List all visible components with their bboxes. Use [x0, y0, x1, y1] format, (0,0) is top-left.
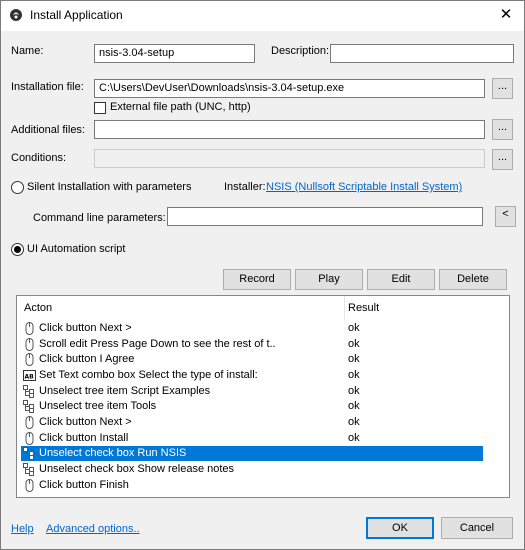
mouse-icon	[23, 431, 36, 445]
additional-files-label: Additional files:	[11, 124, 85, 136]
browse-installation-file-button[interactable]: ...	[492, 78, 513, 99]
installation-file-label: Installation file:	[11, 81, 84, 93]
name-label: Name:	[11, 45, 44, 57]
row-action: Click button Next >	[39, 322, 132, 334]
record-button[interactable]: Record	[223, 269, 291, 290]
silent-installation-label: Silent Installation with parameters	[27, 181, 192, 193]
text-field-icon: AB	[23, 369, 36, 382]
row-action: Click button I Agree	[39, 353, 135, 366]
close-button[interactable]: ✕	[489, 2, 523, 28]
row-action: Unselect tree item Script Examples	[39, 384, 211, 397]
row-result: ok	[348, 322, 360, 334]
external-path-checkbox[interactable]	[94, 102, 106, 114]
script-row[interactable]: Unselect check box Show release notes	[21, 462, 483, 477]
cmdline-insert-button[interactable]: <	[495, 206, 516, 227]
mouse-icon	[23, 415, 36, 429]
mouse-icon	[23, 337, 36, 351]
conditions-label: Conditions:	[11, 152, 67, 164]
row-result: ok	[348, 353, 360, 366]
script-list[interactable]: Acton Result Click button Next > ok Scroll…	[16, 295, 510, 498]
tree-icon	[23, 447, 36, 461]
ui-automation-label: UI Automation script	[27, 243, 126, 255]
mouse-icon	[23, 353, 36, 367]
ui-automation-radio[interactable]	[11, 243, 24, 256]
cmdline-label: Command line parameters:	[33, 212, 166, 224]
name-field[interactable]: nsis-3.04-setup	[94, 44, 255, 63]
cmdline-field[interactable]	[167, 207, 483, 226]
script-row[interactable]: Click button Install ok	[21, 431, 483, 446]
tree-icon	[23, 400, 36, 414]
row-result: ok	[348, 384, 360, 397]
tree-icon	[23, 462, 36, 476]
browse-conditions-button[interactable]: ...	[492, 149, 513, 170]
app-icon	[10, 9, 22, 21]
row-result: ok	[348, 431, 360, 444]
external-path-label: External file path (UNC, http)	[110, 101, 251, 113]
row-action: Unselect tree item Tools	[39, 400, 157, 413]
installer-label: Installer:	[224, 181, 266, 193]
silent-installation-radio[interactable]	[11, 181, 24, 194]
row-action: Click button Next >	[39, 415, 132, 428]
row-action: Click button Finish	[39, 478, 129, 491]
script-row[interactable]: Unselect tree item Script Examples ok	[21, 384, 483, 399]
row-action: Unselect check box Run NSIS	[39, 447, 187, 460]
row-result: ok	[348, 415, 360, 428]
mouse-icon	[23, 322, 36, 335]
script-row[interactable]: Click button Finish	[21, 478, 483, 493]
script-row[interactable]: Unselect check box Run NSIS	[21, 446, 483, 462]
description-label: Description:	[271, 45, 330, 57]
ok-button[interactable]: OK	[366, 517, 434, 539]
tree-icon	[23, 384, 36, 398]
installer-link[interactable]: NSIS (Nullsoft Scriptable Install System…	[266, 181, 462, 193]
script-row[interactable]: Click button Next > ok	[21, 321, 483, 336]
additional-files-field[interactable]	[94, 120, 485, 139]
delete-button[interactable]: Delete	[439, 269, 507, 290]
browse-additional-files-button[interactable]: ...	[492, 119, 513, 140]
row-action: Set Text combo box Select the type of in…	[39, 368, 258, 381]
row-result: ok	[348, 400, 360, 413]
installation-file-field[interactable]: C:\Users\DevUser\Downloads\nsis-3.04-set…	[94, 79, 485, 98]
description-field[interactable]	[330, 44, 514, 63]
script-row[interactable]: Unselect tree item Tools ok	[21, 399, 483, 414]
mouse-icon	[23, 478, 36, 492]
row-action: Scroll edit Press Page Down to see the r…	[39, 337, 276, 350]
script-row[interactable]: Scroll edit Press Page Down to see the r…	[21, 337, 483, 352]
row-result: ok	[348, 368, 360, 381]
column-header-result[interactable]: Result	[348, 296, 379, 320]
script-row[interactable]: Click button I Agree ok	[21, 352, 483, 367]
edit-button[interactable]: Edit	[367, 269, 435, 290]
window-title: Install Application	[30, 8, 123, 22]
script-row[interactable]: AB Set Text combo box Select the type of …	[21, 368, 483, 383]
column-separator	[344, 296, 345, 320]
row-action: Click button Install	[39, 431, 129, 444]
row-action: Unselect check box Show release notes	[39, 462, 235, 475]
row-result: ok	[348, 337, 360, 350]
advanced-options-link[interactable]: Advanced options..	[46, 523, 140, 535]
script-row[interactable]: Click button Next > ok	[21, 415, 483, 430]
column-header-action[interactable]: Acton	[24, 296, 52, 320]
conditions-field	[94, 149, 485, 168]
svg-text:AB: AB	[25, 373, 35, 380]
help-link[interactable]: Help	[11, 523, 34, 535]
play-button[interactable]: Play	[295, 269, 363, 290]
cancel-button[interactable]: Cancel	[441, 517, 513, 539]
